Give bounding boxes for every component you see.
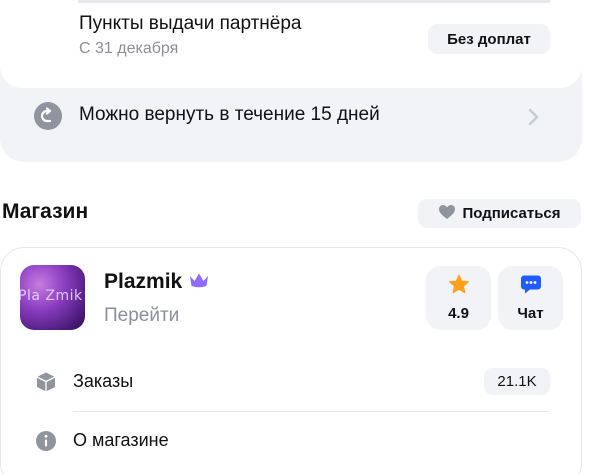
shop-rating-tile[interactable]: 4.9: [426, 266, 491, 330]
pickup-date: С 31 декабря: [79, 40, 179, 57]
go-to-shop-link[interactable]: Перейти: [104, 305, 179, 327]
chat-tile[interactable]: Чат: [498, 266, 563, 330]
about-shop-label: О магазине: [73, 430, 169, 450]
heart-icon: [438, 204, 456, 224]
chevron-right-icon: [528, 108, 540, 131]
subscribe-button[interactable]: Подписаться: [418, 199, 581, 228]
box-icon: [35, 371, 57, 393]
pickup-title: Пункты выдачи партнёра: [79, 13, 302, 34]
return-policy-text: Можно вернуть в течение 15 дней: [79, 104, 380, 125]
return-policy-row[interactable]: Можно вернуть в течение 15 дней: [0, 96, 582, 136]
delivery-option-card[interactable]: Пункты выдачи партнёра С 31 декабря Без …: [0, 0, 582, 88]
shop-name: Plazmik: [104, 270, 183, 293]
chat-bubble-icon: [520, 274, 542, 300]
shop-name-row[interactable]: Plazmik: [104, 270, 210, 294]
info-icon: [35, 430, 57, 452]
orders-row: Заказы 21.1K: [32, 362, 550, 402]
crown-icon: [188, 272, 210, 293]
divider: [78, 0, 550, 3]
shop-rating-value: 4.9: [448, 305, 469, 322]
divider: [73, 411, 550, 412]
about-shop-row[interactable]: О магазине: [32, 421, 550, 461]
no-surcharge-badge: Без доплат: [428, 24, 550, 54]
star-icon: [448, 274, 470, 300]
subscribe-label: Подписаться: [462, 205, 561, 222]
chat-label: Чат: [517, 305, 544, 322]
delivery-returns-panel: Пункты выдачи партнёра С 31 декабря Без …: [0, 0, 582, 162]
orders-label: Заказы: [73, 371, 134, 391]
shop-logo-text: Pla Zmik: [20, 288, 83, 304]
shop-section-heading: Магазин: [2, 200, 89, 223]
return-arrow-icon: [34, 102, 62, 130]
orders-count-badge: 21.1K: [484, 368, 550, 395]
shop-logo[interactable]: Pla Zmik: [20, 265, 85, 330]
